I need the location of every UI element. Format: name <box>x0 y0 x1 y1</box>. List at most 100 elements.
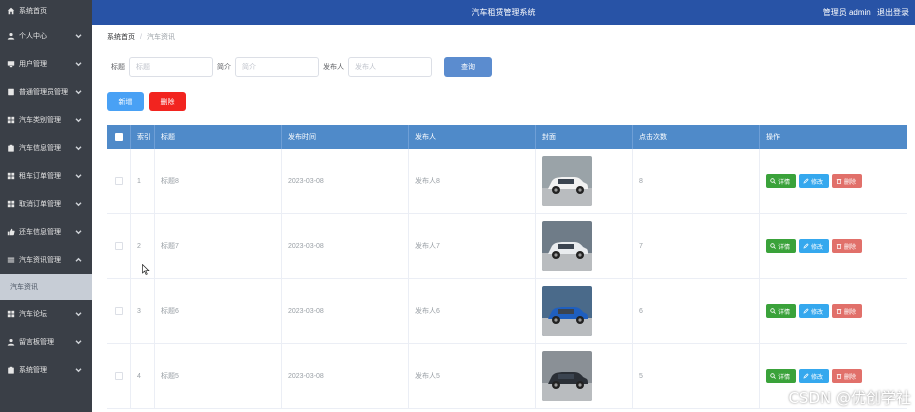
top-header: 汽车租赁管理系统 管理员 admin 退出登录 <box>92 0 915 25</box>
row-select-cell <box>107 279 131 343</box>
sidebar-item-7[interactable]: 取消订单管理 <box>0 190 92 218</box>
edit-icon <box>803 243 809 249</box>
table-row: 4 标题5 2023-03-08 发布人5 5 详情 修改 删除 <box>107 344 907 409</box>
sidebar-item-label: 普通管理员管理 <box>19 89 68 96</box>
sidebar-item-label: 汽车信息管理 <box>19 145 61 152</box>
query-button[interactable]: 查询 <box>444 57 492 77</box>
search-icon <box>770 373 776 379</box>
trash-icon <box>836 309 842 314</box>
sidebar-item-0[interactable]: 系统首页 <box>0 0 92 22</box>
sidebar-item-label: 个人中心 <box>19 33 47 40</box>
sidebar-subitem-news[interactable]: 汽车资讯 <box>0 274 92 300</box>
chevron-down-icon <box>75 201 82 208</box>
header-publisher: 发布人 <box>409 125 536 149</box>
cell-ops: 详情 修改 删除 <box>760 214 907 278</box>
monitor-icon <box>6 60 15 69</box>
trash-icon <box>836 179 842 184</box>
breadcrumb-current: 汽车资讯 <box>146 34 175 41</box>
sidebar-item-label: 租车订单管理 <box>19 173 61 180</box>
delete-button[interactable]: 删除 <box>832 304 862 318</box>
detail-label: 详情 <box>778 374 791 381</box>
sidebar-item-label: 留言板管理 <box>19 339 54 346</box>
chevron-down-icon <box>75 229 82 236</box>
detail-button[interactable]: 详情 <box>766 239 796 253</box>
title-input[interactable] <box>129 57 213 77</box>
row-checkbox[interactable] <box>114 177 123 185</box>
batch-delete-button[interactable]: 删除 <box>149 92 186 111</box>
chevron-down-icon <box>75 339 82 346</box>
delete-button[interactable]: 删除 <box>832 174 862 188</box>
header-cover: 封面 <box>536 125 633 149</box>
delete-label: 删除 <box>844 179 857 186</box>
detail-button[interactable]: 详情 <box>766 304 796 318</box>
sidebar-item-label: 汽车资讯管理 <box>19 257 61 264</box>
sidebar-item-10[interactable]: 汽车论坛 <box>0 300 92 328</box>
table-body: 1 标题8 2023-03-08 发布人8 8 详情 修改 删除 2 标题7 2023-03-08 发… <box>107 149 907 409</box>
select-all-checkbox[interactable] <box>114 133 123 141</box>
breadcrumb-home[interactable]: 系统首页 <box>107 34 135 41</box>
sidebar-item-3[interactable]: 普通管理员管理 <box>0 78 92 106</box>
delete-label: 删除 <box>844 309 857 316</box>
grid-icon <box>6 172 15 181</box>
cover-image[interactable] <box>542 221 592 271</box>
home-icon <box>6 7 15 16</box>
table-row: 2 标题7 2023-03-08 发布人7 7 详情 修改 删除 <box>107 214 907 279</box>
edit-button[interactable]: 修改 <box>799 174 829 188</box>
delete-button[interactable]: 删除 <box>832 239 862 253</box>
row-checkbox[interactable] <box>114 307 123 315</box>
header-time: 发布时间 <box>282 125 409 149</box>
sidebar-item-4[interactable]: 汽车类别管理 <box>0 106 92 134</box>
chevron-down-icon <box>75 311 82 318</box>
edit-button[interactable]: 修改 <box>799 304 829 318</box>
clipboard-icon <box>6 144 15 153</box>
row-checkbox[interactable] <box>114 242 123 250</box>
cover-image[interactable] <box>542 286 592 336</box>
sidebar-item-8[interactable]: 还车信息管理 <box>0 218 92 246</box>
sidebar-item-11[interactable]: 留言板管理 <box>0 328 92 356</box>
cover-image[interactable] <box>542 351 592 401</box>
intro-label: 简介 <box>217 64 231 71</box>
table-row: 3 标题6 2023-03-08 发布人6 6 详情 修改 删除 <box>107 279 907 344</box>
sidebar-item-label: 系统首页 <box>19 8 47 15</box>
delete-label: 删除 <box>844 244 857 251</box>
cell-time: 2023-03-08 <box>282 149 409 213</box>
document-icon <box>6 88 15 97</box>
sidebar-item-5[interactable]: 汽车信息管理 <box>0 134 92 162</box>
edit-button[interactable]: 修改 <box>799 369 829 383</box>
detail-label: 详情 <box>778 309 791 316</box>
edit-label: 修改 <box>811 374 824 381</box>
row-select-cell <box>107 344 131 408</box>
search-icon <box>770 243 776 249</box>
publisher-input[interactable] <box>348 57 432 77</box>
logout-link[interactable]: 退出登录 <box>877 8 909 17</box>
thumb-icon <box>6 228 15 237</box>
intro-input[interactable] <box>235 57 319 77</box>
cell-publisher: 发布人7 <box>409 214 536 278</box>
cell-title: 标题8 <box>155 149 282 213</box>
row-select-cell <box>107 149 131 213</box>
cover-image[interactable] <box>542 156 592 206</box>
row-checkbox[interactable] <box>114 372 123 380</box>
edit-button[interactable]: 修改 <box>799 239 829 253</box>
sidebar-item-12[interactable]: 系统管理 <box>0 356 92 384</box>
sidebar-item-2[interactable]: 用户管理 <box>0 50 92 78</box>
add-button[interactable]: 新增 <box>107 92 144 111</box>
cell-index: 3 <box>131 279 155 343</box>
chevron-down-icon <box>75 61 82 68</box>
sidebar-item-9[interactable]: 汽车资讯管理 <box>0 246 92 274</box>
sidebar-item-1[interactable]: 个人中心 <box>0 22 92 50</box>
trash-icon <box>836 244 842 249</box>
cell-clicks: 6 <box>633 279 760 343</box>
sidebar-item-6[interactable]: 租车订单管理 <box>0 162 92 190</box>
cell-cover <box>536 344 633 408</box>
edit-icon <box>803 308 809 314</box>
cell-clicks: 8 <box>633 149 760 213</box>
chevron-down-icon <box>75 367 82 374</box>
delete-button[interactable]: 删除 <box>832 369 862 383</box>
search-icon <box>770 308 776 314</box>
detail-button[interactable]: 详情 <box>766 369 796 383</box>
header-title: 标题 <box>155 125 282 149</box>
cell-title: 标题7 <box>155 214 282 278</box>
cell-publisher: 发布人8 <box>409 149 536 213</box>
detail-button[interactable]: 详情 <box>766 174 796 188</box>
